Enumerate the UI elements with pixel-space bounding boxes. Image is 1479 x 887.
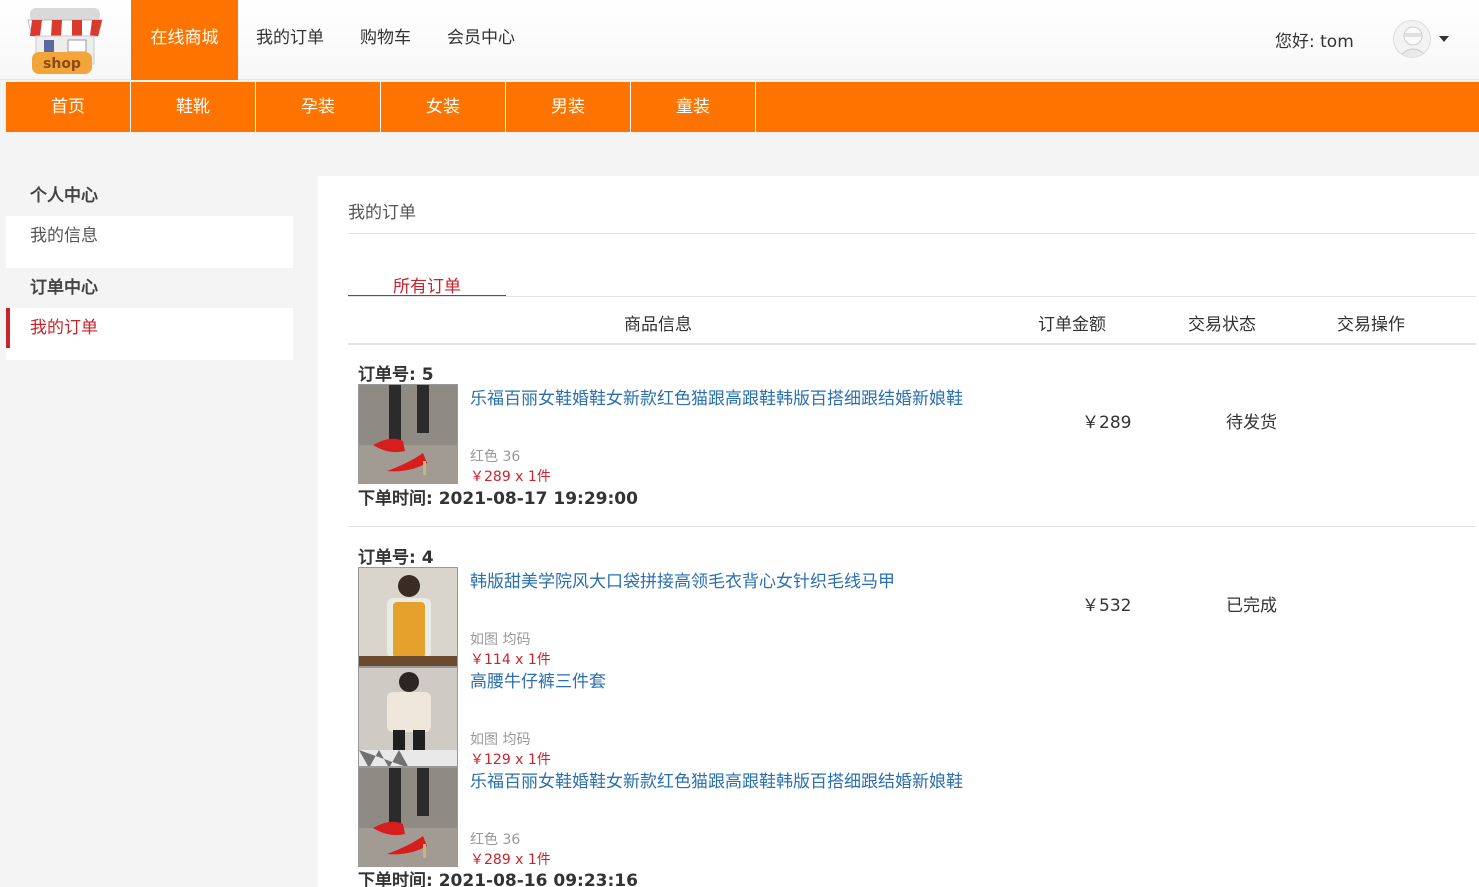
order-amount: ￥289 bbox=[1082, 413, 1132, 433]
category-bar: 首页 鞋靴 孕装 女装 男装 童装 bbox=[6, 82, 1479, 132]
order-time: 下单时间: 2021-08-17 19:29:00 bbox=[358, 489, 638, 509]
sidebar-heading-orders: 订单中心 bbox=[30, 278, 98, 298]
order-number: 订单号: 4 bbox=[358, 548, 434, 568]
product-name-link[interactable]: 高腰牛仔裤三件套 bbox=[470, 667, 606, 692]
top-header: shop 在线商城 我的订单 购物车 会员中心 您好: tom bbox=[0, 0, 1479, 80]
product-image-yellow-vest[interactable] bbox=[358, 567, 458, 667]
sidebar-item-my-orders[interactable]: 我的订单 bbox=[6, 308, 293, 360]
column-header-status: 交易状态 bbox=[1188, 315, 1256, 335]
column-header-amount: 订单金额 bbox=[1038, 315, 1106, 335]
category-home[interactable]: 首页 bbox=[6, 82, 131, 132]
product-image-red-heels[interactable] bbox=[358, 767, 458, 867]
product-image-jacket-set[interactable] bbox=[358, 667, 458, 767]
product-item: 韩版甜美学院风大口袋拼接高领毛衣背心女针织毛线马甲 如图 均码 ￥114 x 1… bbox=[358, 567, 1058, 668]
product-name-link[interactable]: 乐福百丽女鞋婚鞋女新款红色猫跟高跟鞋韩版百搭细跟结婚新娘鞋 bbox=[470, 384, 963, 409]
main-panel: 我的订单 所有订单 商品信息 订单金额 交易状态 交易操作 订单号: 5 乐福百… bbox=[318, 176, 1479, 887]
product-price: ￥289 x 1件 bbox=[470, 469, 551, 485]
nav-member-center[interactable]: 会员中心 bbox=[429, 0, 533, 80]
order-amount: ￥532 bbox=[1082, 596, 1132, 616]
page-title: 我的订单 bbox=[348, 203, 416, 223]
order-number: 订单号: 5 bbox=[358, 365, 434, 385]
category-men[interactable]: 男装 bbox=[506, 82, 631, 132]
category-maternity[interactable]: 孕装 bbox=[256, 82, 381, 132]
order-row: 订单号: 5 乐福百丽女鞋婚鞋女新款红色猫跟高跟鞋韩版百搭细跟结婚新娘鞋 红色 … bbox=[348, 346, 1476, 528]
divider bbox=[348, 233, 1476, 234]
svg-text:shop: shop bbox=[43, 56, 81, 72]
order-status: 已完成 bbox=[1226, 596, 1277, 616]
top-nav: 在线商城 我的订单 购物车 会员中心 bbox=[131, 0, 533, 80]
product-item: 乐福百丽女鞋婚鞋女新款红色猫跟高跟鞋韩版百搭细跟结婚新娘鞋 红色 36 ￥289… bbox=[358, 384, 1058, 485]
column-header-goods: 商品信息 bbox=[624, 315, 692, 335]
product-spec: 如图 均码 bbox=[470, 632, 531, 648]
product-image-red-heels[interactable] bbox=[358, 384, 458, 484]
table-header: 商品信息 订单金额 交易状态 交易操作 bbox=[348, 297, 1476, 345]
avatar[interactable] bbox=[1393, 20, 1431, 58]
nav-my-orders[interactable]: 我的订单 bbox=[238, 0, 342, 80]
order-row: 订单号: 4 韩版甜美学院风大口袋拼接高领毛衣背心女针织毛线马甲 如图 均码 ￥… bbox=[348, 528, 1476, 887]
product-name-link[interactable]: 韩版甜美学院风大口袋拼接高领毛衣背心女针织毛线马甲 bbox=[470, 567, 895, 592]
product-item: 高腰牛仔裤三件套 如图 均码 ￥129 x 1件 bbox=[358, 667, 1058, 768]
category-women[interactable]: 女装 bbox=[381, 82, 506, 132]
user-greeting: 您好: tom bbox=[1275, 32, 1354, 52]
nav-cart[interactable]: 购物车 bbox=[342, 0, 429, 80]
shop-logo[interactable]: shop bbox=[22, 6, 108, 78]
nav-online-mall[interactable]: 在线商城 bbox=[131, 0, 238, 80]
order-status: 待发货 bbox=[1226, 413, 1277, 433]
sidebar-item-my-info[interactable]: 我的信息 bbox=[6, 216, 293, 268]
order-time: 下单时间: 2021-08-16 09:23:16 bbox=[358, 871, 638, 887]
category-shoes[interactable]: 鞋靴 bbox=[131, 82, 256, 132]
product-price: ￥129 x 1件 bbox=[470, 752, 551, 768]
product-spec: 红色 36 bbox=[470, 449, 521, 465]
category-kids[interactable]: 童装 bbox=[631, 82, 756, 132]
column-header-operation: 交易操作 bbox=[1337, 315, 1405, 335]
product-price: ￥114 x 1件 bbox=[470, 652, 551, 668]
divider bbox=[348, 526, 1476, 527]
product-spec: 如图 均码 bbox=[470, 732, 531, 748]
sidebar-heading-personal: 个人中心 bbox=[30, 186, 98, 206]
product-name-link[interactable]: 乐福百丽女鞋婚鞋女新款红色猫跟高跟鞋韩版百搭细跟结婚新娘鞋 bbox=[470, 767, 963, 792]
product-spec: 红色 36 bbox=[470, 832, 521, 848]
product-item: 乐福百丽女鞋婚鞋女新款红色猫跟高跟鞋韩版百搭细跟结婚新娘鞋 红色 36 ￥289… bbox=[358, 767, 1058, 868]
sidebar: 个人中心 我的信息 订单中心 我的订单 bbox=[6, 176, 293, 360]
chevron-down-icon[interactable] bbox=[1439, 36, 1449, 42]
tab-all-orders[interactable]: 所有订单 bbox=[348, 272, 506, 297]
